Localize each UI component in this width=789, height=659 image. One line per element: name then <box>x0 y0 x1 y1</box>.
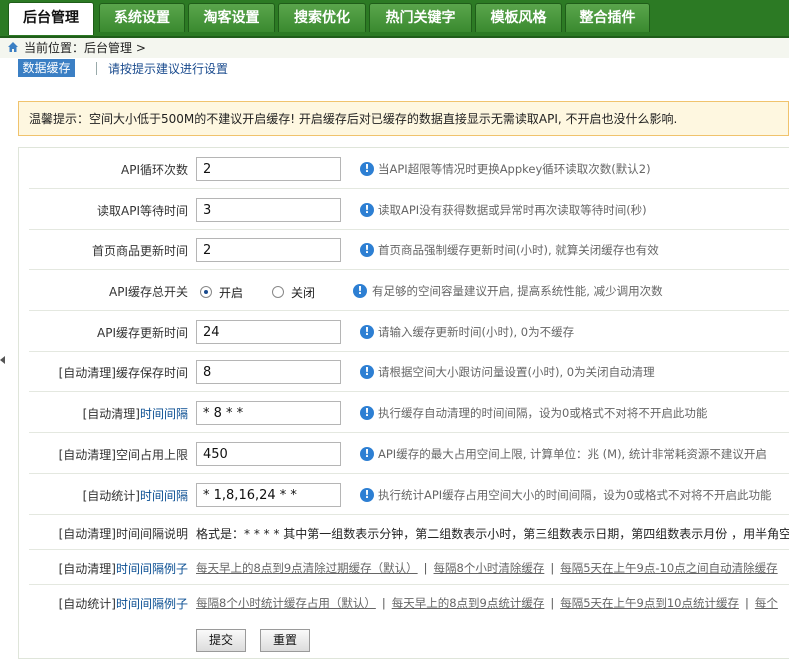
field-hint: 读取API没有获得数据或异常时再次读取等待时间(秒) <box>378 203 647 217</box>
link-separator: | <box>550 596 555 610</box>
example-links: 每天早上的8点到9点清除过期缓存（默认） | 每隔8个小时清除缓存 | 每隔5天在上午9… <box>196 560 778 576</box>
field-hint: 当API超限等情况时更换Appkey循环读取次数(默认2) <box>378 162 651 176</box>
link-separator: | <box>381 596 386 610</box>
field-label: [自动统计]时间间隔 <box>83 487 188 504</box>
tab-admin[interactable]: 后台管理 <box>8 2 94 35</box>
label-highlight: 时间间隔例子 <box>115 562 188 576</box>
subnav-divider <box>96 62 97 75</box>
form-row: [自动清理]时间间隔 ! 执行缓存自动清理的时间间隔，设为0或格式不对将不开启此… <box>29 392 789 433</box>
warning-notice: 温馨提示：空间大小低于500M的不建议开启缓存! 开启缓存后对已缓存的数据直接显… <box>18 101 789 136</box>
tab-taoke-settings[interactable]: 淘客设置 <box>188 3 275 32</box>
stat-interval-input[interactable] <box>196 483 341 507</box>
tab-data-cache[interactable]: 数据缓存 <box>18 59 75 77</box>
info-icon: ! <box>360 406 374 420</box>
field-hint: 请输入缓存更新时间(小时), 0为不缓存 <box>378 325 575 339</box>
radio-label: 关闭 <box>291 286 316 300</box>
form-row: 首页商品更新时间 ! 首页商品强制缓存更新时间(小时), 就算关闭缓存也有效 <box>29 230 789 270</box>
label-prefix: [自动清理] <box>58 562 116 576</box>
example-links: 每隔8个小时统计缓存占用（默认） | 每天早上的8点到9点统计缓存 | 每隔5天在上午9… <box>196 595 778 611</box>
link-separator: | <box>550 561 555 575</box>
field-hint: API缓存的最大占用空间上限, 计算单位：兆 (M), 统计非常耗资源不建议开启 <box>378 447 767 461</box>
field-hint: 请根据空间大小跟访问量设置(小时), 0为关闭自动清理 <box>378 365 655 379</box>
form-row: API缓存更新时间 ! 请输入缓存更新时间(小时), 0为不缓存 <box>29 311 789 352</box>
link-separator: | <box>423 561 428 575</box>
breadcrumb: 当前位置：后台管理 > <box>0 38 789 58</box>
field-label: 首页商品更新时间 <box>91 244 188 258</box>
example-link[interactable]: 每天早上的8点到9点清除过期缓存（默认） <box>196 561 418 575</box>
cache-on-radio[interactable] <box>200 286 212 298</box>
field-hint: 有足够的空间容量建议开启, 提高系统性能, 减少调用次数 <box>372 284 663 298</box>
api-retry-count-input[interactable] <box>196 157 341 181</box>
field-label: [自动清理]时间间隔 <box>83 405 188 422</box>
form-row: [自动清理]缓存保存时间 ! 请根据空间大小跟访问量设置(小时), 0为关闭自动… <box>29 352 789 392</box>
home-icon <box>8 42 18 52</box>
info-icon: ! <box>360 203 374 217</box>
home-product-update-input[interactable] <box>196 238 341 262</box>
form-row: API缓存总开关 开启 关闭 ! 有足够的空间容量建议开启, 提高系统性能, 减… <box>29 270 789 311</box>
link-separator: | <box>744 596 749 610</box>
format-description: 格式是：* * * * 其中第一组数表示分钟，第二组数表示小时，第三组数表示日期… <box>196 527 789 541</box>
tab-seo[interactable]: 搜索优化 <box>278 3 366 32</box>
tab-system-settings[interactable]: 系统设置 <box>99 3 185 32</box>
label-prefix: [自动统计] <box>82 489 140 503</box>
example-link[interactable]: 每隔8个小时统计缓存占用（默认） <box>196 596 376 610</box>
field-label: [自动清理]缓存保存时间 <box>58 366 188 380</box>
radio-label: 开启 <box>219 286 244 300</box>
tab-hot-keywords[interactable]: 热门关键字 <box>369 3 472 32</box>
form-row: [自动清理]时间间隔例子 每天早上的8点到9点清除过期缓存（默认） | 每隔8个小时… <box>29 550 789 585</box>
label-highlight: 时间间隔例子 <box>115 597 188 611</box>
field-label: [自动清理]时间间隔例子 <box>59 560 188 577</box>
info-icon: ! <box>360 447 374 461</box>
example-link[interactable]: 每隔5天在上午9点到10点统计缓存 <box>560 596 739 610</box>
form-row: 读取API等待时间 ! 读取API没有获得数据或异常时再次读取等待时间(秒) <box>29 189 789 230</box>
example-link[interactable]: 每天早上的8点到9点统计缓存 <box>392 596 545 610</box>
form-row: [自动统计]时间间隔例子 每隔8个小时统计缓存占用（默认） | 每天早上的8点到9点… <box>29 585 789 620</box>
info-icon: ! <box>360 325 374 339</box>
field-label: API缓存总开关 <box>109 285 188 299</box>
subnav-tip: 请按提示建议进行设置 <box>108 62 229 76</box>
example-link[interactable]: 每隔5天在上午9点-10点之间自动清除缓存 <box>560 561 777 575</box>
space-limit-input[interactable] <box>196 442 341 466</box>
field-label: 读取API等待时间 <box>97 204 188 218</box>
field-label: [自动统计]时间间隔例子 <box>59 595 188 612</box>
field-hint: 执行统计API缓存占用空间大小的时间间隔，设为0或格式不对将不开启此功能 <box>378 488 772 502</box>
field-hint: 首页商品强制缓存更新时间(小时), 就算关闭缓存也有效 <box>378 243 659 257</box>
tab-plugins[interactable]: 整合插件 <box>565 3 650 32</box>
field-label: [自动清理]时间间隔说明 <box>58 527 188 541</box>
info-icon: ! <box>360 488 374 502</box>
clean-interval-input[interactable] <box>196 401 341 425</box>
field-label: [自动清理]空间占用上限 <box>58 448 188 462</box>
example-link[interactable]: 每个 <box>755 596 778 610</box>
field-label: API缓存更新时间 <box>97 326 188 340</box>
field-hint: 执行缓存自动清理的时间间隔，设为0或格式不对将不开启此功能 <box>378 406 708 420</box>
form-row: [自动清理]空间占用上限 ! API缓存的最大占用空间上限, 计算单位：兆 (M… <box>29 433 789 474</box>
reset-button[interactable]: 重置 <box>260 629 310 652</box>
cache-off-radio[interactable] <box>272 286 284 298</box>
collapse-arrow-icon[interactable] <box>0 356 5 364</box>
cache-retention-input[interactable] <box>196 360 341 384</box>
field-label: API循环次数 <box>121 163 188 177</box>
label-highlight: 时间间隔 <box>139 489 188 503</box>
cache-update-time-input[interactable] <box>196 320 341 344</box>
submit-button[interactable]: 提交 <box>196 629 246 652</box>
info-icon: ! <box>353 284 367 298</box>
label-prefix: [自动清理] <box>82 407 140 421</box>
form-row: [自动统计]时间间隔 ! 执行统计API缓存占用空间大小的时间间隔，设为0或格式… <box>29 474 789 515</box>
tab-templates[interactable]: 模板风格 <box>475 3 562 32</box>
top-nav: 后台管理 系统设置 淘客设置 搜索优化 热门关键字 模板风格 整合插件 <box>0 0 789 38</box>
info-icon: ! <box>360 243 374 257</box>
info-icon: ! <box>360 162 374 176</box>
form-row: [自动清理]时间间隔说明 格式是：* * * * 其中第一组数表示分钟，第二组数… <box>29 515 789 550</box>
api-wait-time-input[interactable] <box>196 198 341 222</box>
info-icon: ! <box>360 365 374 379</box>
breadcrumb-text: 当前位置：后台管理 > <box>24 41 146 55</box>
label-prefix: [自动统计] <box>58 597 116 611</box>
example-link[interactable]: 每隔8个小时清除缓存 <box>434 561 545 575</box>
form-row: API循环次数 ! 当API超限等情况时更换Appkey循环读取次数(默认2) <box>29 149 789 189</box>
label-highlight: 时间间隔 <box>139 407 188 421</box>
